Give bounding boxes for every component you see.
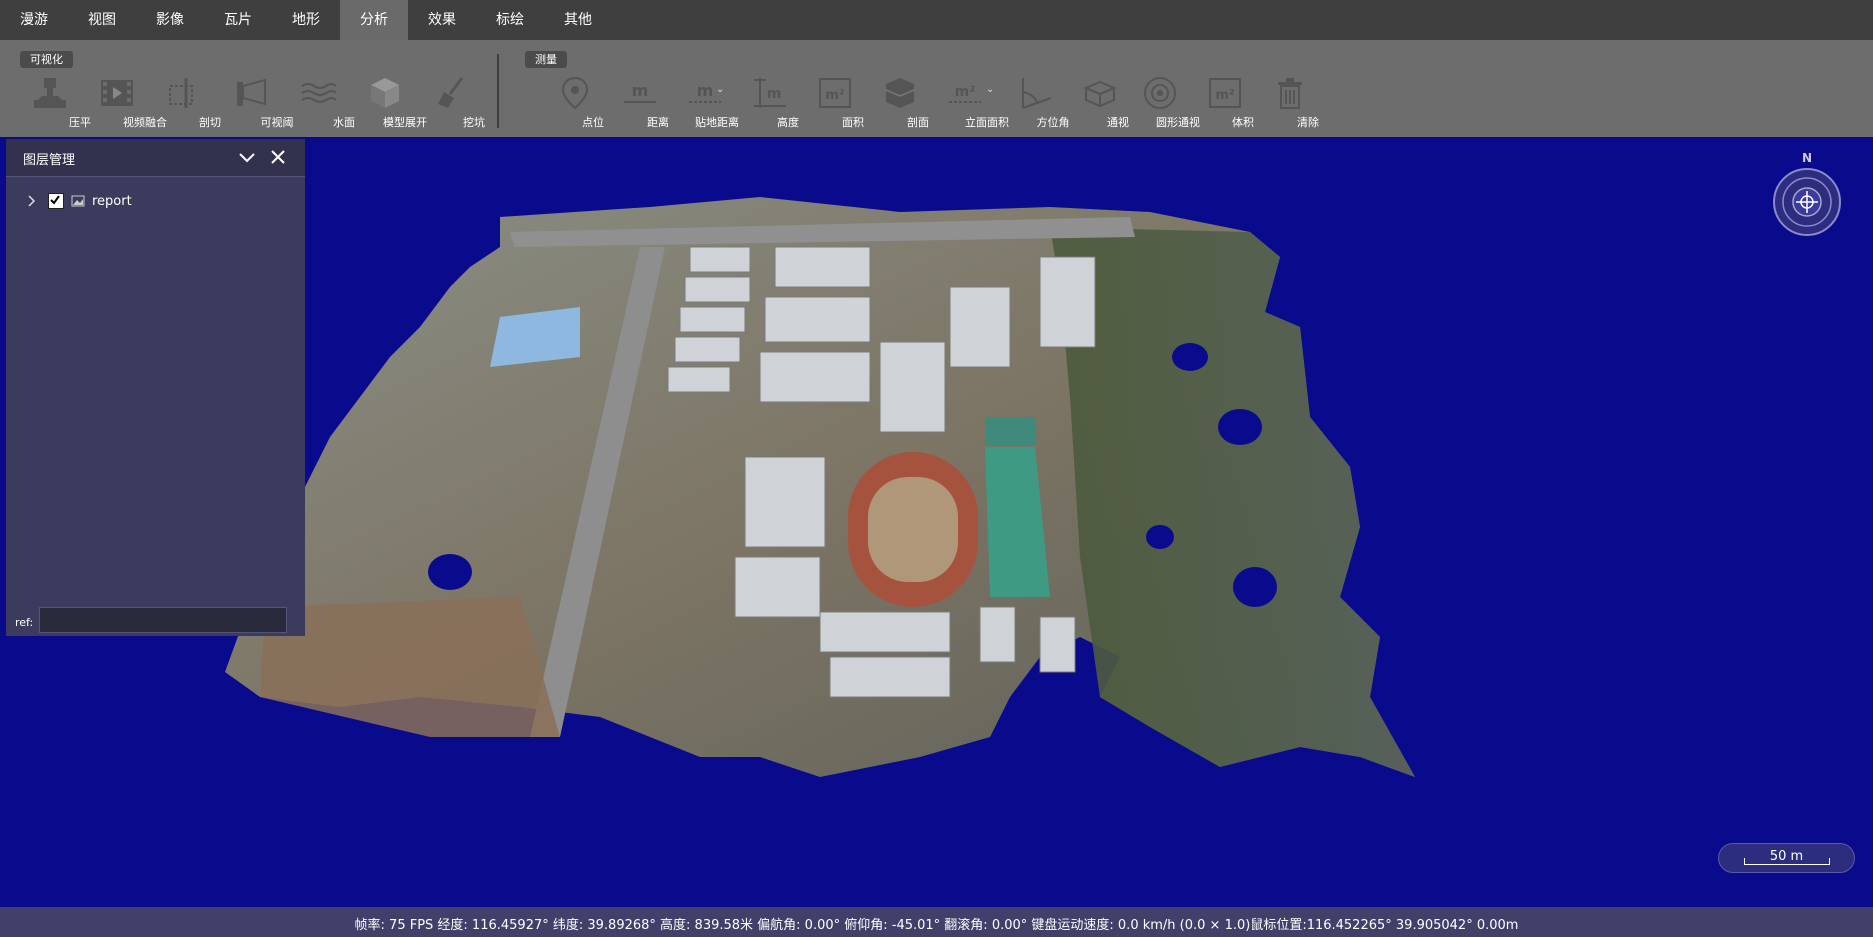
panel-header: 图层管理 [6, 139, 305, 177]
location-pin-icon [557, 76, 593, 110]
menu-view[interactable]: 视图 [68, 0, 136, 40]
layer-manager-panel: 图层管理 report ref: [6, 139, 305, 636]
clip-icon [166, 76, 202, 110]
video-fusion-tool-button[interactable]: 视频融合 [82, 72, 167, 134]
trash-icon [1272, 76, 1308, 110]
water-tool-button[interactable]: 水面 [283, 72, 355, 134]
mesh-hole [428, 554, 472, 590]
analysis-ribbon: 可视化 测量 压平 视频融合 剖切 可视阈 水面 模型展开 挖坑 点位 m 距离… [0, 40, 1873, 137]
main-menu-bar: 漫游 视图 影像 瓦片 地形 分析 效果 标绘 其他 [0, 0, 1873, 40]
chevron-right-icon[interactable] [26, 195, 38, 207]
clear-tool-button[interactable]: 清除 [1255, 72, 1321, 134]
profile-layers-icon [882, 76, 918, 110]
svg-text:m: m [632, 81, 649, 100]
circular-sight-icon [1142, 76, 1178, 110]
line-of-sight-icon [1082, 76, 1118, 110]
menu-analysis[interactable]: 分析 [340, 0, 408, 40]
mesh-hole [1218, 409, 1262, 445]
distance-tool-button[interactable]: m 距离 [605, 72, 671, 134]
navigation-compass[interactable]: N [1772, 151, 1842, 237]
area-icon: m² [817, 76, 853, 110]
volume-tool-button[interactable]: m² 体积 [1190, 72, 1256, 134]
point-tool-button[interactable]: 点位 [540, 72, 606, 134]
track-infield [868, 477, 958, 582]
svg-text:m: m [697, 81, 714, 100]
menu-tiles[interactable]: 瓦片 [204, 0, 272, 40]
layer-checkbox[interactable] [48, 193, 64, 209]
svg-text:m²: m² [825, 88, 844, 103]
menu-imagery[interactable]: 影像 [136, 0, 204, 40]
chevron-down-icon [239, 153, 255, 163]
ref-input[interactable] [39, 607, 287, 633]
flatten-tool-button[interactable]: 压平 [15, 72, 91, 134]
status-text: 帧率: 75 FPS 经度: 116.45927° 纬度: 39.89268° … [354, 918, 1519, 933]
model-unfold-tool-button[interactable]: 模型展开 [350, 72, 427, 134]
shovel-icon [434, 76, 470, 110]
north-label: N [1801, 151, 1813, 165]
image-layer-icon [71, 195, 85, 207]
chevron-down-icon[interactable]: ⌄ [986, 84, 994, 95]
water-waves-icon [300, 76, 337, 110]
menu-other[interactable]: 其他 [544, 0, 612, 40]
viewshed-icon [233, 76, 269, 110]
height-tool-button[interactable]: m 高度 [735, 72, 801, 134]
area-tool-button[interactable]: m² 面积 [800, 72, 866, 134]
distance-ruler-icon: m [622, 76, 658, 110]
scale-indicator: 50 m [1718, 843, 1855, 873]
mesh-hole [1172, 343, 1208, 371]
profile-tool-button[interactable]: 剖面 [865, 72, 931, 134]
ref-label: ref: [15, 616, 34, 629]
azimuth-tool-button[interactable]: 方位角 [1000, 72, 1070, 134]
cube-icon [367, 76, 403, 110]
vegetation-area [1050, 227, 1415, 777]
line-of-sight-tool-button[interactable]: 通视 [1065, 72, 1131, 134]
panel-title: 图层管理 [23, 153, 76, 168]
svg-text:m²: m² [1215, 88, 1234, 103]
checkmark-icon [50, 195, 60, 205]
ground-distance-tool-button[interactable]: m ⌄ 贴地距离 [670, 72, 739, 134]
scale-bar [1744, 858, 1830, 865]
volume-icon: m² [1207, 76, 1243, 110]
visualization-group-label: 可视化 [20, 51, 73, 68]
facade-area-icon: m² [947, 76, 983, 110]
circular-sight-tool-button[interactable]: 圆形通视 [1125, 72, 1200, 134]
menu-effects[interactable]: 效果 [408, 0, 476, 40]
measurement-group-label: 测量 [525, 51, 567, 68]
mesh-hole [1233, 567, 1277, 607]
menu-roam[interactable]: 漫游 [0, 0, 68, 40]
compass-icon [1773, 168, 1841, 236]
facade-area-tool-button[interactable]: m² ⌄ 立面面积 [930, 72, 1009, 134]
svg-text:m²: m² [955, 84, 976, 100]
viewshed-tool-button[interactable]: 可视阈 [216, 72, 294, 134]
menu-plot[interactable]: 标绘 [476, 0, 544, 40]
construction-area [260, 597, 560, 737]
close-button[interactable] [267, 145, 289, 169]
mesh-hole [1146, 525, 1174, 549]
status-bar: 帧率: 75 FPS 经度: 116.45927° 纬度: 39.89268° … [0, 907, 1873, 937]
collapse-button[interactable] [236, 145, 258, 169]
menu-terrain[interactable]: 地形 [272, 0, 340, 40]
azimuth-angle-icon [1017, 76, 1053, 110]
layer-name[interactable]: report [92, 194, 132, 209]
film-icon [99, 76, 135, 110]
height-icon: m [752, 76, 788, 110]
clip-tool-button[interactable]: 剖切 [149, 72, 221, 134]
chevron-down-icon[interactable]: ⌄ [716, 84, 724, 95]
excavate-tool-button[interactable]: 挖坑 [417, 72, 485, 134]
flatten-icon [32, 76, 68, 110]
svg-text:m: m [767, 86, 782, 102]
layer-tree-item[interactable]: report [26, 191, 132, 211]
close-icon [271, 150, 285, 164]
tennis-court [985, 417, 1035, 445]
